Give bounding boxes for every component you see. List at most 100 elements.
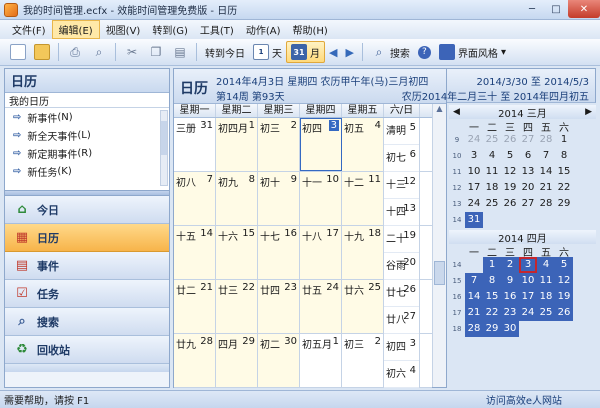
open-button[interactable]	[30, 41, 54, 63]
scroll-up-icon[interactable]: ▲	[433, 104, 446, 116]
mini-day[interactable]: 3	[519, 257, 537, 273]
mini-day[interactable]: 17	[465, 180, 483, 196]
menu-edit[interactable]: 编辑(E)	[51, 20, 100, 39]
mini-day[interactable]: 3	[465, 148, 483, 164]
mini-day[interactable]: 1	[555, 132, 573, 148]
print-button[interactable]: ⎙	[63, 41, 87, 63]
mini-day[interactable]: 28	[537, 132, 555, 148]
mini-day[interactable]: 24	[465, 196, 483, 212]
nav-tasks[interactable]: ☑ 任务	[5, 280, 169, 308]
mini-day[interactable]: 4	[483, 148, 501, 164]
nav-calendar[interactable]: ▦ 日历	[5, 224, 169, 252]
new-button[interactable]	[6, 41, 30, 63]
mini-day[interactable]: 21	[465, 305, 483, 321]
weekend-day[interactable]: 廿八 27	[384, 307, 419, 334]
scrollbar-thumb[interactable]	[434, 261, 445, 285]
minimize-button[interactable]: ─	[520, 0, 544, 18]
next-month-icon[interactable]: ▶	[585, 107, 592, 117]
goto-today-button[interactable]: 转到今日	[201, 41, 249, 63]
weekend-day[interactable]: 初七 6	[384, 145, 419, 172]
day-cell[interactable]: 十五 14	[174, 226, 216, 279]
website-link[interactable]: 访问高效e人网站	[486, 392, 562, 407]
menu-goto[interactable]: 转到(G)	[146, 21, 194, 38]
mini-day[interactable]: 27	[519, 132, 537, 148]
day-view-button[interactable]: 1天	[249, 41, 286, 63]
mini-day[interactable]: 9	[501, 273, 519, 289]
mini-day[interactable]: 5	[501, 148, 519, 164]
day-cell[interactable]: 初九 8	[216, 172, 258, 225]
mini-day[interactable]	[537, 321, 555, 337]
weekend-day[interactable]: 二十 19	[384, 226, 419, 253]
weekend-day[interactable]: 初六 4	[384, 361, 419, 388]
mini-day[interactable]: 15	[555, 164, 573, 180]
mini-day[interactable]: 25	[537, 305, 555, 321]
mini-day[interactable]: 4	[537, 257, 555, 273]
day-cell[interactable]: 廿六 25	[342, 280, 384, 333]
help-button[interactable]: ?	[414, 41, 435, 63]
mini-day[interactable]	[465, 257, 483, 273]
menu-tools[interactable]: 工具(T)	[194, 21, 240, 38]
mini-day[interactable]: 23	[501, 305, 519, 321]
day-cell[interactable]: 廿五 24	[300, 280, 342, 333]
mini-day[interactable]: 22	[483, 305, 501, 321]
day-cell[interactable]: 四月 29	[216, 334, 258, 387]
copy-button[interactable]: ❐	[144, 41, 168, 63]
day-cell[interactable]: 廿九 28	[174, 334, 216, 387]
menu-file[interactable]: 文件(F)	[6, 21, 52, 38]
mini-day[interactable]: 29	[483, 321, 501, 337]
task-new-recurring-event[interactable]: ⇨ 新定期事件 (R)	[5, 144, 169, 162]
mini-day[interactable]: 21	[537, 180, 555, 196]
day-cell[interactable]: 初二 30	[258, 334, 300, 387]
theme-button[interactable]: 界面风格 ▾	[435, 41, 510, 63]
mini-day[interactable]	[519, 321, 537, 337]
mini-day[interactable]	[483, 212, 501, 228]
mini-day[interactable]: 5	[555, 257, 573, 273]
mini-day[interactable]: 15	[483, 289, 501, 305]
mini-day[interactable]: 11	[483, 164, 501, 180]
nav-search[interactable]: ⌕ 搜索	[5, 308, 169, 336]
mini-day[interactable]: 12	[555, 273, 573, 289]
mini-day[interactable]: 8	[555, 148, 573, 164]
month-view-button[interactable]: 31 月	[286, 41, 325, 63]
day-cell[interactable]: 廿三 22	[216, 280, 258, 333]
day-cell[interactable]: 三册 31	[174, 118, 216, 171]
mini-day[interactable]: 17	[519, 289, 537, 305]
day-cell[interactable]: 廿四 23	[258, 280, 300, 333]
mini-day[interactable]: 1	[483, 257, 501, 273]
mini-day[interactable]: 11	[537, 273, 555, 289]
preview-button[interactable]: ⌕	[87, 41, 111, 63]
nav-today[interactable]: ⌂ 今日	[5, 196, 169, 224]
day-cell[interactable]: 十九 18	[342, 226, 384, 279]
weekend-day[interactable]: 初四 3	[384, 334, 419, 361]
mini-day[interactable]: 8	[483, 273, 501, 289]
day-cell[interactable]: 初三 2	[342, 334, 384, 387]
weekend-day[interactable]: 谷雨 20	[384, 253, 419, 280]
mini-day[interactable]: 26	[501, 132, 519, 148]
mini-day[interactable]: 10	[465, 164, 483, 180]
nav-events[interactable]: ▤ 事件	[5, 252, 169, 280]
mini-day[interactable]: 18	[537, 289, 555, 305]
mini-day[interactable]	[555, 321, 573, 337]
mini-day[interactable]: 27	[519, 196, 537, 212]
day-cell[interactable]: 十八 17	[300, 226, 342, 279]
weekend-day[interactable]: 十四 13	[384, 199, 419, 226]
day-cell[interactable]: 初八 7	[174, 172, 216, 225]
menu-help[interactable]: 帮助(H)	[286, 21, 333, 38]
day-cell[interactable]: 十一 10	[300, 172, 342, 225]
mini-day[interactable]: 19	[555, 289, 573, 305]
task-scrollbar[interactable]	[160, 110, 168, 186]
mini-day[interactable]: 26	[501, 196, 519, 212]
nav-recycle-bin[interactable]: ♻ 回收站	[5, 336, 169, 364]
mini-day[interactable]: 12	[501, 164, 519, 180]
mini-day[interactable]: 14	[537, 164, 555, 180]
day-cell[interactable]: 初五月 1	[300, 334, 342, 387]
mini-day[interactable]: 2	[501, 257, 519, 273]
day-cell[interactable]: 初十 9	[258, 172, 300, 225]
mini-day[interactable]: 30	[501, 321, 519, 337]
close-button[interactable]: ✕	[568, 0, 600, 18]
mini-day[interactable]: 22	[555, 180, 573, 196]
prev-month-icon[interactable]: ◀	[453, 107, 460, 117]
my-calendar-label[interactable]: 我的日历	[5, 93, 169, 108]
mini-day[interactable]: 7	[465, 273, 483, 289]
mini-day[interactable]: 25	[483, 196, 501, 212]
